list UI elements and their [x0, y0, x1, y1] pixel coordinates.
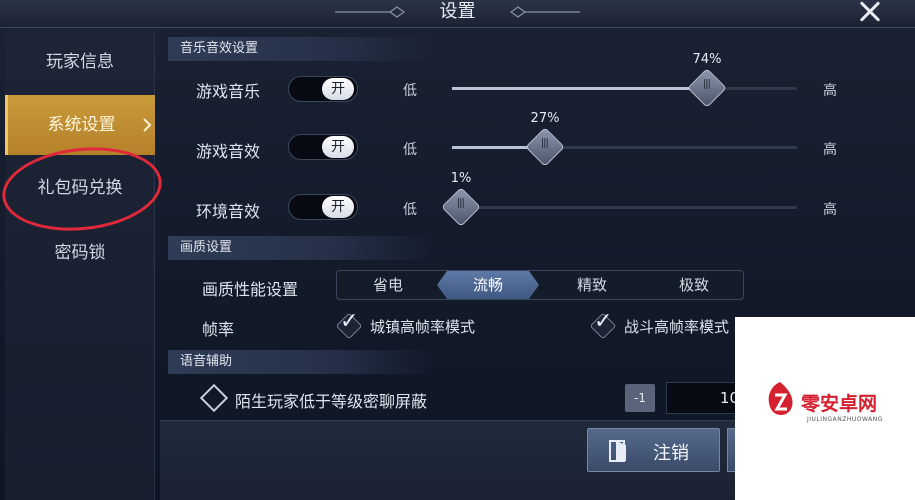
slider-fill — [452, 87, 707, 90]
sidebar-item-password-lock[interactable]: 密码锁 — [5, 223, 155, 283]
quality-option-ultimate[interactable]: 极致 — [643, 271, 745, 299]
quality-option-fine[interactable]: 精致 — [541, 271, 643, 299]
framerate-label: 帧率 — [202, 320, 235, 339]
music-label: 游戏音乐 — [196, 82, 261, 101]
slider-value: 27% — [530, 111, 560, 126]
level-decrement-button[interactable]: -1 — [625, 384, 655, 412]
close-button[interactable] — [853, 0, 887, 26]
title-bar: 设置 — [0, 0, 915, 28]
block-stranger-checkbox[interactable] — [199, 383, 229, 413]
quality-option-smooth[interactable]: 流畅 — [437, 271, 539, 299]
checkbox-label: 战斗高帧率模式 — [624, 318, 730, 336]
sfx-toggle[interactable]: 开 — [288, 134, 358, 160]
sidebar-item-gift-code[interactable]: 礼包码兑换 — [5, 158, 155, 218]
quality-performance-label: 画质性能设置 — [202, 280, 299, 299]
ambient-toggle[interactable]: 开 — [288, 194, 358, 220]
watermark-subtitle: JIULINGANZHUOWANG — [807, 416, 883, 423]
sfx-low-label: 低 — [403, 142, 417, 158]
sidebar: 玩家信息 系统设置 礼包码兑换 密码锁 — [5, 30, 155, 500]
toggle-knob: 开 — [322, 136, 354, 158]
watermark-card: 零安卓网 JIULINGANZHUOWANG — [735, 317, 915, 500]
checkmark-icon: ✓ — [340, 309, 359, 334]
ambient-high-label: 高 — [823, 202, 837, 218]
logout-door-icon — [609, 440, 626, 462]
sfx-volume-slider[interactable]: 27% — [452, 111, 797, 167]
watermark-title: 零安卓网 — [801, 393, 878, 415]
quality-option-power-save[interactable]: 省电 — [337, 271, 439, 299]
slider-value: 1% — [450, 171, 472, 186]
title-ornament-right-icon — [510, 6, 580, 18]
music-toggle[interactable]: 开 — [288, 76, 358, 102]
sidebar-item-player-info[interactable]: 玩家信息 — [5, 32, 155, 92]
music-volume-slider[interactable]: 74% — [452, 52, 797, 108]
window-title: 设置 — [439, 1, 476, 22]
ambient-volume-slider[interactable]: 1% — [441, 171, 797, 227]
slider-thumb[interactable] — [525, 127, 565, 167]
chevron-right-icon — [143, 118, 152, 132]
logout-label: 注销 — [653, 443, 689, 464]
checkmark-icon: ✓ — [594, 309, 613, 334]
watermark-logo-icon — [768, 382, 793, 415]
sidebar-item-label: 系统设置 — [47, 115, 116, 135]
slider-value: 74% — [692, 52, 722, 67]
level-value-field[interactable]: 10 — [666, 382, 746, 414]
section-header-voice: 语音辅助 — [168, 350, 434, 374]
ambient-label: 环境音效 — [196, 202, 261, 221]
checkbox-label: 城镇高帧率模式 — [370, 318, 476, 336]
slider-thumb[interactable] — [687, 68, 727, 108]
sidebar-item-system-settings[interactable]: 系统设置 — [5, 95, 155, 155]
sidebar-item-label: 礼包码兑换 — [37, 178, 123, 198]
section-header-quality: 画质设置 — [168, 236, 434, 260]
toggle-knob: 开 — [322, 78, 354, 100]
logout-button[interactable]: 注销 — [587, 428, 720, 472]
sfx-label: 游戏音效 — [196, 142, 261, 161]
settings-window: 设置 玩家信息 系统设置 礼包码兑换 密码锁 音乐音效设置 游戏音乐 开 低 |… — [0, 0, 915, 500]
sidebar-item-label: 密码锁 — [54, 243, 106, 263]
ambient-low-label: 低 — [403, 202, 417, 218]
sidebar-item-label: 玩家信息 — [46, 52, 114, 72]
sfx-high-label: 高 — [823, 142, 837, 158]
quality-segmented-control: 省电 流畅 精致 极致 — [336, 270, 744, 300]
block-stranger-label: 陌生玩家低于等级密聊屏蔽 — [235, 392, 428, 411]
slider-thumb[interactable] — [441, 187, 481, 227]
slider-track — [458, 206, 797, 209]
section-header-audio: 音乐音效设置 — [168, 37, 434, 61]
music-low-label: 低 — [403, 83, 417, 99]
music-high-label: 高 — [823, 83, 837, 99]
toggle-knob: 开 — [322, 196, 354, 218]
